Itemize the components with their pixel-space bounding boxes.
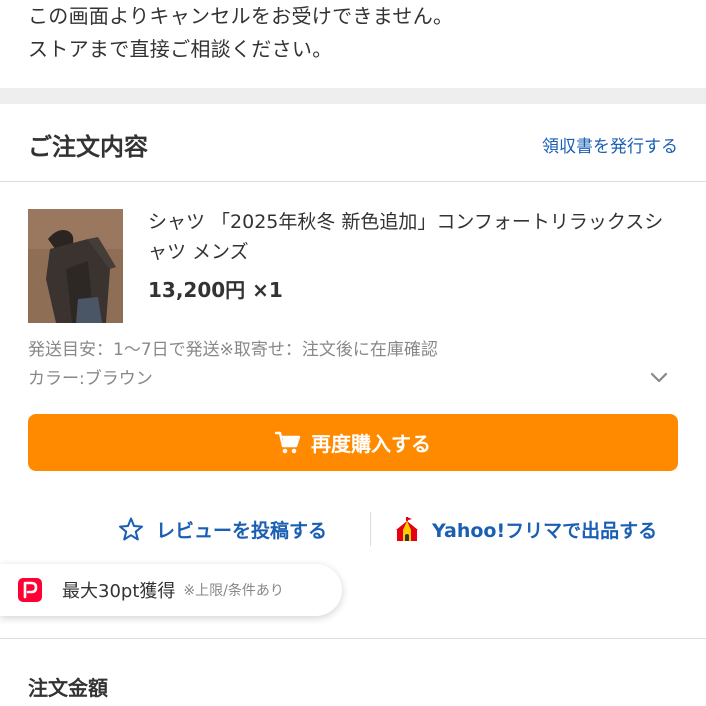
sell-on-flea-market-button[interactable]: Yahoo!フリマで出品する	[394, 512, 657, 546]
chevron-down-icon[interactable]	[648, 366, 670, 388]
order-title: ご注文内容	[28, 133, 148, 161]
shipping-estimate: 発送目安：1〜7日で発送※取寄せ：注文後に在庫確認	[28, 340, 438, 360]
rebuy-button[interactable]: 再度購入する	[28, 414, 678, 471]
write-review-button[interactable]: レビューを投稿する	[118, 512, 327, 546]
notice-line-1: この画面よりキャンセルをお受けできません。	[28, 4, 454, 28]
product-color: カラー:ブラウン	[28, 369, 153, 389]
points-note: ※上限/条件あり	[183, 583, 284, 599]
star-icon	[118, 516, 144, 542]
points-badge[interactable]: 最大30pt獲得 ※上限/条件あり	[0, 564, 342, 616]
cart-icon	[275, 431, 301, 455]
cancel-notice: この画面よりキャンセルをお受けできません。 ストアまで直接ご相談ください。	[0, 0, 706, 88]
order-header: ご注文内容 領収書を発行する	[0, 104, 706, 182]
section-separator	[0, 638, 706, 639]
sell-on-flea-market-label: Yahoo!フリマで出品する	[432, 519, 658, 542]
points-text: 最大30pt獲得	[62, 581, 176, 602]
product-name[interactable]: シャツ 「2025年秋冬 新色追加」コンフォートリラックスシャツ メンズ	[148, 207, 678, 267]
notice-line-2: ストアまで直接ご相談ください。	[28, 37, 333, 61]
circus-tent-icon	[394, 516, 420, 542]
section-gap	[0, 88, 706, 104]
rebuy-label: 再度購入する	[311, 432, 431, 456]
action-divider	[370, 512, 371, 546]
product-price: 13,200円 ×1	[148, 278, 283, 302]
paypay-icon	[18, 578, 42, 602]
issue-receipt-link[interactable]: 領収書を発行する	[542, 132, 678, 157]
product-image[interactable]	[28, 209, 123, 323]
write-review-label: レビューを投稿する	[156, 519, 328, 542]
item-actions: レビューを投稿する Yahoo!フリマで出品する	[0, 512, 706, 546]
order-item: シャツ 「2025年秋冬 新色追加」コンフォートリラックスシャツ メンズ 13,…	[0, 182, 706, 632]
order-total-title: 注文金額	[28, 676, 108, 700]
